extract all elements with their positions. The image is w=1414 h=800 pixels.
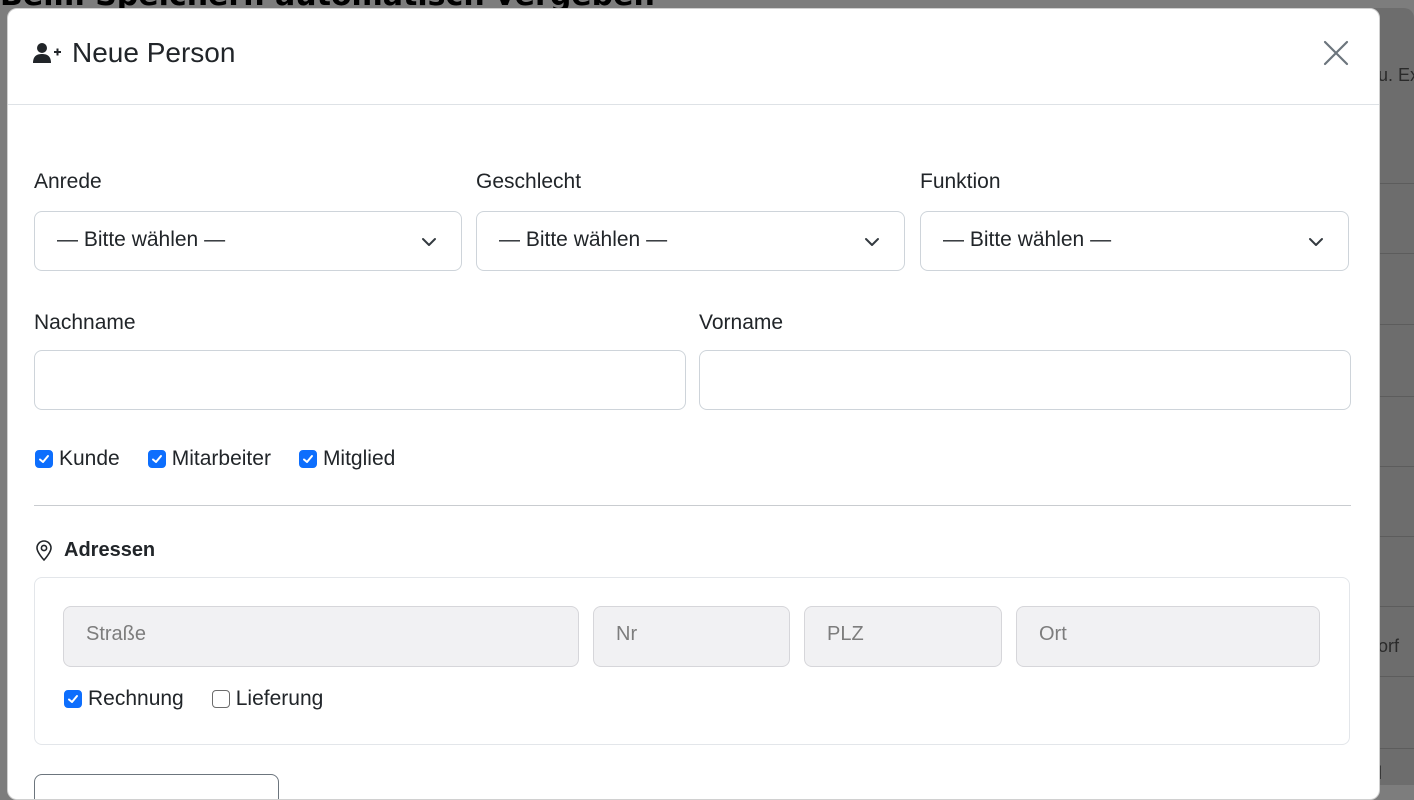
nachname-label: Nachname <box>34 311 136 334</box>
background-cell-text: u. Ex <box>1378 65 1414 85</box>
plz-input[interactable]: PLZ <box>804 606 1002 667</box>
close-icon <box>1323 40 1349 66</box>
ort-placeholder: Ort <box>1039 623 1067 645</box>
anrede-label: Anrede <box>34 170 102 193</box>
close-button[interactable] <box>1320 37 1352 69</box>
anrede-select-value: — Bitte wählen — <box>57 228 226 251</box>
lieferung-checkbox[interactable] <box>211 690 230 708</box>
mitarbeiter-checkbox[interactable] <box>147 450 166 468</box>
funktion-select-value: — Bitte wählen — <box>943 228 1112 251</box>
checkmark-icon <box>151 455 162 463</box>
strasse-input[interactable]: Straße <box>63 606 579 667</box>
vorname-input[interactable] <box>699 350 1351 410</box>
map-pin-icon <box>36 539 52 561</box>
address-type-checkboxes: Rechnung Lieferung <box>64 687 323 711</box>
mitarbeiter-checkbox-label[interactable]: Mitarbeiter <box>172 447 271 471</box>
modal-header: Neue Person <box>8 9 1379 105</box>
plz-placeholder: PLZ <box>827 623 864 645</box>
addresses-section-title: Adressen <box>34 539 155 562</box>
new-person-modal: Neue Person Anrede Geschlecht Funktion —… <box>7 8 1380 800</box>
chevron-down-icon <box>422 238 436 246</box>
addresses-title-text: Adressen <box>64 539 156 561</box>
geschlecht-select-value: — Bitte wählen — <box>499 228 668 251</box>
geschlecht-select[interactable]: — Bitte wählen — <box>476 211 905 271</box>
role-checkboxes: Kunde Mitarbeiter Mitglied <box>35 447 395 471</box>
address-card: Straße Nr PLZ Ort Rechnung Lieferung <box>34 577 1350 745</box>
rechnung-checkbox-label[interactable]: Rechnung <box>88 687 184 711</box>
funktion-select[interactable]: — Bitte wählen — <box>920 211 1349 271</box>
nachname-input[interactable] <box>34 350 686 410</box>
modal-title: Neue Person <box>32 37 235 69</box>
geschlecht-label: Geschlecht <box>476 170 582 193</box>
kunde-checkbox[interactable] <box>35 450 53 468</box>
vorname-label: Vorname <box>699 311 784 334</box>
kunde-checkbox-label[interactable]: Kunde <box>59 447 120 471</box>
funktion-label: Funktion <box>920 170 1001 193</box>
lieferung-checkbox-label[interactable]: Lieferung <box>236 687 324 711</box>
mitglied-checkbox-label[interactable]: Mitglied <box>323 447 395 471</box>
nr-placeholder: Nr <box>616 623 638 645</box>
section-divider <box>34 505 1351 506</box>
mitglied-checkbox[interactable] <box>298 450 317 468</box>
checkmark-icon <box>39 455 49 463</box>
strasse-placeholder: Straße <box>86 623 147 645</box>
rechnung-checkbox[interactable] <box>64 690 82 708</box>
chevron-down-icon <box>1309 238 1323 246</box>
background-cell-text: orf <box>1378 636 1400 656</box>
checkmark-icon <box>302 455 313 463</box>
anrede-select[interactable]: — Bitte wählen — <box>34 211 462 271</box>
hausnummer-input[interactable]: Nr <box>593 606 790 667</box>
chevron-down-icon <box>865 238 879 246</box>
ort-input[interactable]: Ort <box>1016 606 1320 667</box>
modal-title-text: Neue Person <box>72 37 236 68</box>
add-address-button[interactable] <box>34 774 279 799</box>
checkmark-icon <box>68 695 78 703</box>
user-plus-icon <box>33 43 61 63</box>
